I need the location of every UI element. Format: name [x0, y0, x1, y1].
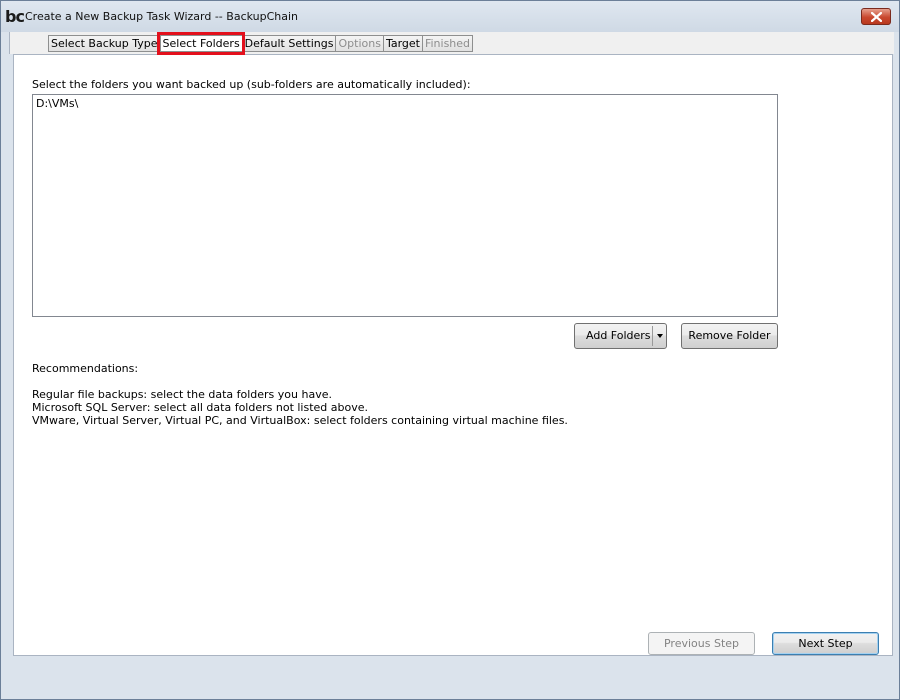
recommendation-line: Microsoft SQL Server: select all data fo… — [32, 401, 369, 414]
close-icon — [871, 12, 882, 22]
instruction-label: Select the folders you want backed up (s… — [32, 78, 471, 91]
recommendation-line: VMware, Virtual Server, Virtual PC, and … — [32, 414, 568, 427]
select-folders-panel: Select the folders you want backed up (s… — [13, 54, 893, 656]
tab-select-backup-type[interactable]: Select Backup Type — [48, 35, 160, 52]
app-logo-icon: bc — [5, 7, 25, 26]
add-folders-label: Add Folders — [586, 329, 651, 342]
chevron-down-icon[interactable] — [657, 334, 663, 338]
tab-options[interactable]: Options — [335, 35, 383, 52]
recommendations-list: Regular file backups: select the data fo… — [32, 388, 568, 427]
tab-target[interactable]: Target — [382, 35, 422, 52]
close-button[interactable] — [861, 8, 891, 25]
split-divider — [652, 326, 653, 346]
title-bar[interactable]: bc Create a New Backup Task Wizard -- Ba… — [1, 1, 899, 32]
previous-step-button[interactable]: Previous Step — [648, 632, 755, 655]
recommendation-line: Regular file backups: select the data fo… — [32, 388, 332, 401]
recommendations-title: Recommendations: — [32, 362, 139, 375]
tab-strip: Select Backup Type Select Folders Defaul… — [9, 32, 894, 55]
list-item[interactable]: D:\VMs\ — [36, 97, 774, 111]
wizard-window: bc Create a New Backup Task Wizard -- Ba… — [0, 0, 900, 700]
wizard-client-area: Select Backup Type Select Folders Defaul… — [9, 32, 894, 656]
remove-folder-button[interactable]: Remove Folder — [681, 323, 778, 349]
add-folders-button[interactable]: Add Folders — [574, 323, 667, 349]
folder-list[interactable]: D:\VMs\ — [32, 94, 778, 317]
window-title: Create a New Backup Task Wizard -- Backu… — [25, 10, 299, 23]
tab-select-folders[interactable]: Select Folders — [156, 32, 245, 55]
next-step-button[interactable]: Next Step — [772, 632, 879, 655]
tab-default-settings[interactable]: Default Settings — [241, 35, 336, 52]
tab-list: Select Backup Type Select Folders Defaul… — [48, 32, 474, 55]
tab-finished[interactable]: Finished — [421, 35, 474, 52]
